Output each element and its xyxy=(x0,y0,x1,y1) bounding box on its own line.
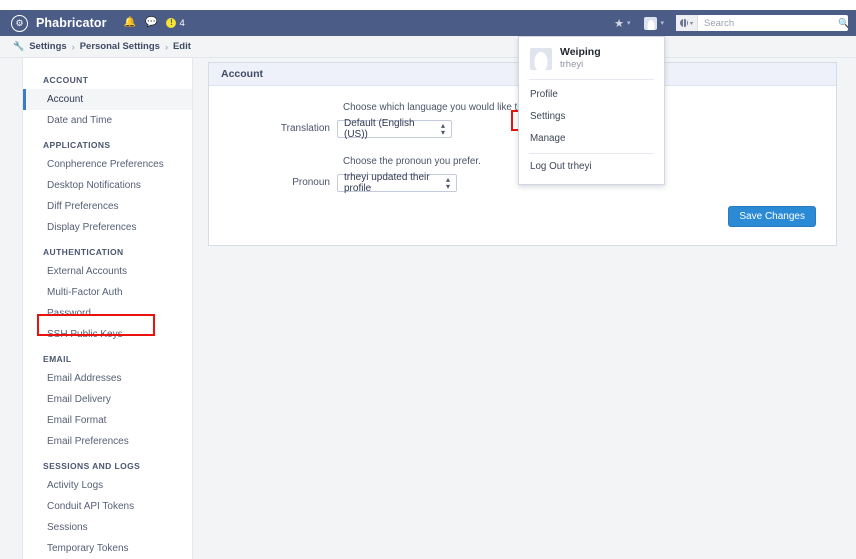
sidebar-item-email-preferences[interactable]: Email Preferences xyxy=(23,431,192,452)
sidebar-group-heading: SESSIONS AND LOGS xyxy=(43,461,141,471)
sidebar-group-heading: AUTHENTICATION xyxy=(43,247,124,257)
gear-in-circle-icon[interactable]: ⚙ xyxy=(11,14,28,32)
chevron-down-icon: ▾ xyxy=(626,20,631,27)
sidebar-item-date-and-time[interactable]: Date and Time xyxy=(23,110,192,131)
alert-badge-group[interactable]: ! 4 xyxy=(166,17,185,29)
sidebar-item-conduit-api-tokens[interactable]: Conduit API Tokens xyxy=(23,496,192,517)
sidebar-group-heading: APPLICATIONS xyxy=(43,140,111,150)
dropdown-item-profile[interactable]: Profile xyxy=(519,84,664,106)
dropdown-user-text: Weiping trheyi xyxy=(560,46,601,71)
alert-badge-count: 4 xyxy=(179,17,185,29)
translation-select-value: Default (English (US)) xyxy=(344,118,415,140)
breadcrumb-item-personal-settings[interactable]: Personal Settings xyxy=(80,41,160,52)
dropdown-user-header[interactable]: Weiping trheyi xyxy=(519,37,664,79)
global-search[interactable]: ▾ 🔍 xyxy=(676,15,849,31)
form-actions: Save Changes xyxy=(209,196,836,231)
phabricator-settings-page: ⚙ Phabricator 🔔 💬 ! 4 ★ ▾ ▾ ▾ Search 🔍 🔧… xyxy=(0,0,856,559)
magnifier-icon[interactable]: 🔍 xyxy=(838,18,854,29)
pronoun-label: Pronoun xyxy=(292,177,330,188)
search-scope-selector[interactable]: ▾ xyxy=(676,15,699,31)
dropdown-user-handle: trheyi xyxy=(560,59,584,70)
sidebar-item-email-delivery[interactable]: Email Delivery xyxy=(23,389,192,410)
favorites-menu-button[interactable]: ★ ▾ xyxy=(607,10,637,36)
user-menu-button[interactable]: ▾ xyxy=(637,10,671,36)
highlight-box-ssh-public-keys xyxy=(37,314,155,336)
select-arrows-icon: ▴ ▾ xyxy=(445,175,450,191)
translation-select[interactable]: Default (English (US)) ▴ ▾ xyxy=(337,118,452,140)
sidebar-item-email-addresses[interactable]: Email Addresses xyxy=(23,368,192,389)
brand-name[interactable]: Phabricator xyxy=(36,16,107,30)
chevron-down-icon: ▾ xyxy=(660,20,664,27)
sidebar-item-account[interactable]: Account xyxy=(23,89,192,110)
navbar-left-group: ⚙ Phabricator 🔔 💬 ! 4 xyxy=(0,14,185,32)
alert-badge-icon: ! xyxy=(166,18,177,28)
user-avatar-icon xyxy=(530,47,552,70)
translation-label: Translation xyxy=(280,123,330,134)
navbar-right-group: ★ ▾ ▾ ▾ 🔍 xyxy=(607,10,856,36)
star-icon: ★ xyxy=(614,17,624,30)
navbar-status-icons: 🔔 💬 ! 4 xyxy=(124,18,185,29)
breadcrumb-separator: › xyxy=(71,41,75,52)
gear-glyph: ⚙ xyxy=(15,17,24,28)
user-dropdown-menu: Weiping trheyi Profile Settings Manage L… xyxy=(518,36,665,185)
sidebar-item-conpherence-preferences[interactable]: Conpherence Preferences xyxy=(23,154,192,175)
sidebar-item-multi-factor-auth[interactable]: Multi-Factor Auth xyxy=(23,282,192,303)
sidebar-item-sessions[interactable]: Sessions xyxy=(23,517,192,538)
sidebar-group-heading: ACCOUNT xyxy=(43,75,89,85)
main-navbar: ⚙ Phabricator 🔔 💬 ! 4 ★ ▾ ▾ ▾ Search 🔍 xyxy=(0,10,856,36)
sidebar-item-diff-preferences[interactable]: Diff Preferences xyxy=(23,196,192,217)
chevron-down-icon: ▾ xyxy=(690,20,694,27)
sidebar-group-heading: EMAIL xyxy=(43,354,72,364)
sidebar-item-activity-logs[interactable]: Activity Logs xyxy=(23,475,192,496)
select-arrows-icon: ▴ ▾ xyxy=(440,121,445,137)
wrench-icon: 🔧 xyxy=(13,41,25,51)
user-avatar-icon xyxy=(644,16,658,30)
search-input[interactable] xyxy=(698,15,839,31)
breadcrumb-separator: › xyxy=(164,41,168,52)
breadcrumb-item-edit: Edit xyxy=(172,41,191,52)
sidebar-item-display-preferences[interactable]: Display Preferences xyxy=(23,217,192,238)
dropdown-item-manage[interactable]: Manage xyxy=(519,128,664,150)
sidebar-item-temporary-tokens[interactable]: Temporary Tokens xyxy=(23,538,192,559)
sidebar-item-external-accounts[interactable]: External Accounts xyxy=(23,261,192,282)
settings-sidebar: ACCOUNT Account Date and Time APPLICATIONS C… xyxy=(22,58,193,559)
page-top-strip xyxy=(0,0,856,10)
chat-bubble-icon[interactable]: 💬 xyxy=(145,18,157,28)
breadcrumb-item-settings[interactable]: Settings xyxy=(29,41,66,52)
dropdown-item-logout[interactable]: Log Out trheyi xyxy=(519,154,664,180)
dropdown-user-name: Weiping xyxy=(560,46,601,58)
dropdown-item-group: Profile Settings Manage xyxy=(519,80,664,153)
save-changes-button[interactable]: Save Changes xyxy=(728,206,816,227)
pronoun-select[interactable]: trheyi updated their profile ▴ ▾ xyxy=(337,172,457,194)
breadcrumb: 🔧 Settings › Personal Settings › Edit xyxy=(0,36,856,58)
globe-icon xyxy=(680,19,688,27)
dropdown-item-settings[interactable]: Settings xyxy=(519,106,664,128)
sidebar-item-email-format[interactable]: Email Format xyxy=(23,410,192,431)
sidebar-item-desktop-notifications[interactable]: Desktop Notifications xyxy=(23,175,192,196)
pronoun-select-value: trheyi updated their profile xyxy=(344,172,430,194)
bell-icon[interactable]: 🔔 xyxy=(124,18,136,28)
